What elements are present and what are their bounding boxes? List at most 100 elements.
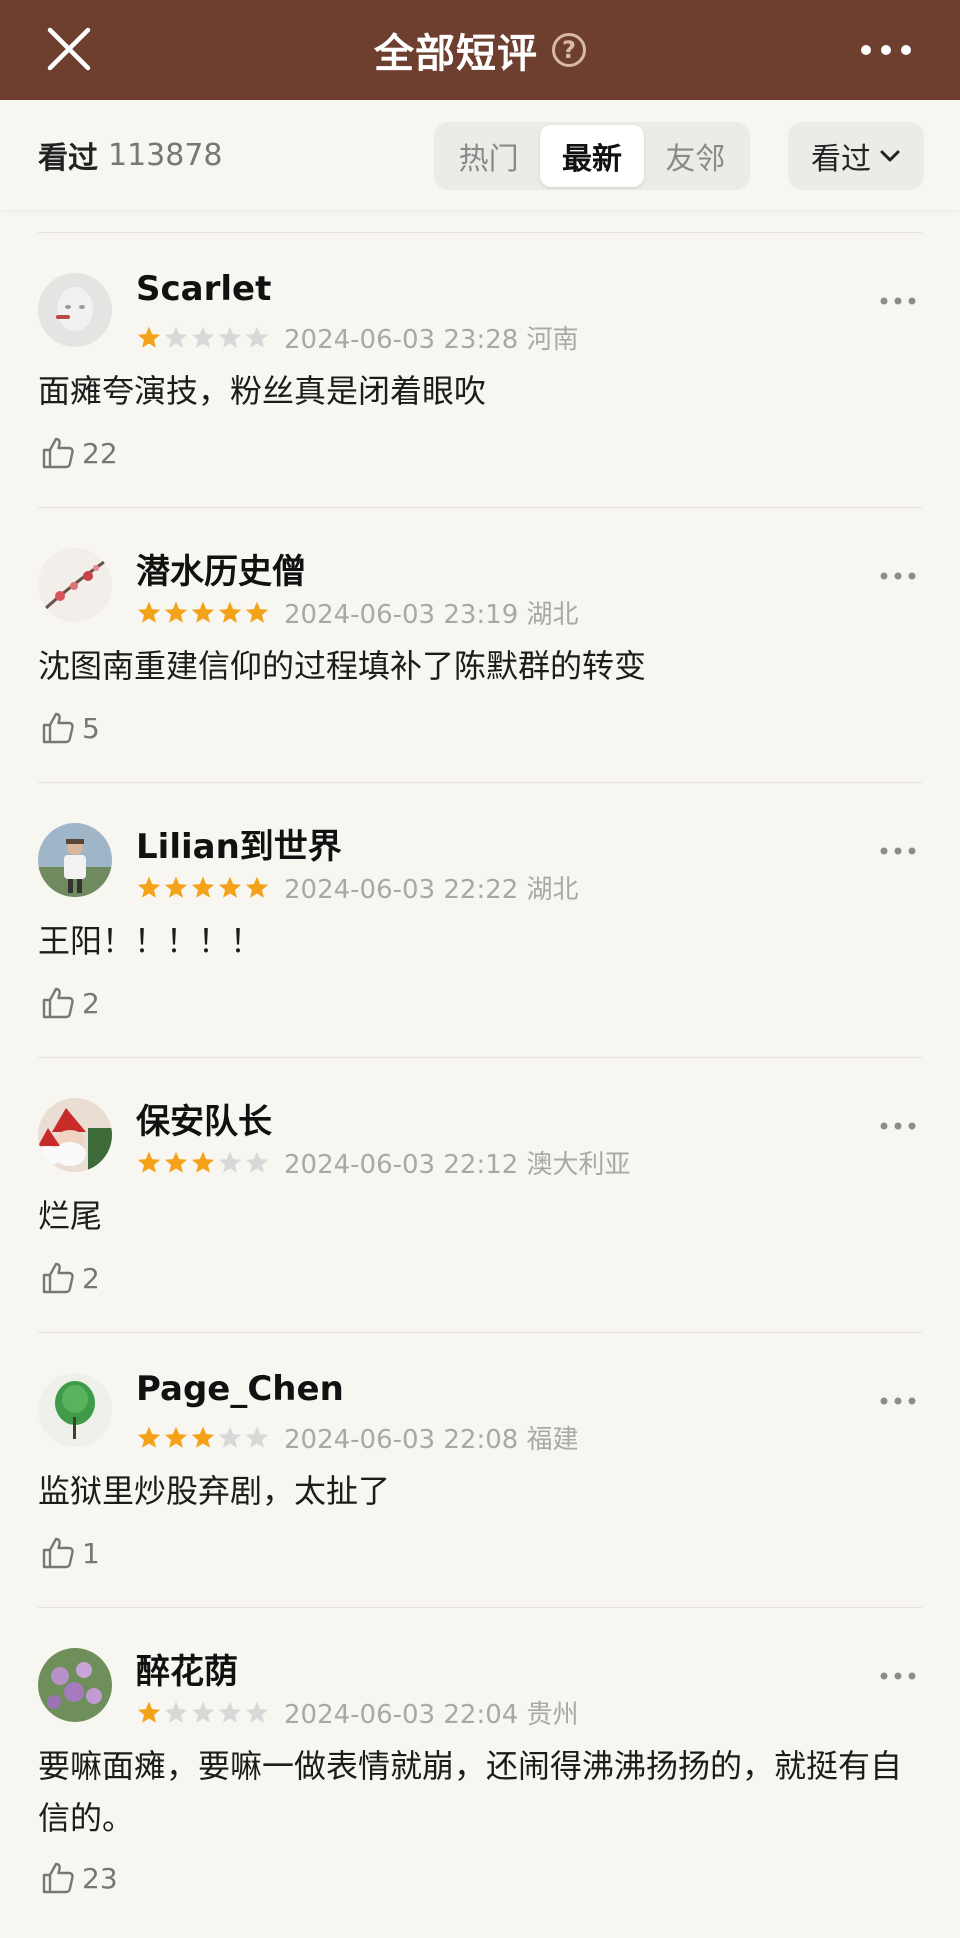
tab-hot[interactable]: 热门 bbox=[437, 125, 540, 187]
like-button[interactable]: 5 bbox=[40, 710, 100, 746]
star-icon bbox=[164, 326, 188, 348]
top-bar: 全部短评 ? bbox=[0, 0, 960, 100]
star-icon bbox=[218, 1701, 242, 1723]
star-icon bbox=[164, 601, 188, 623]
comment-meta: 2024-06-03 22:04 贵州 bbox=[136, 1694, 579, 1731]
like-button[interactable]: 23 bbox=[40, 1860, 118, 1896]
star-icon bbox=[164, 876, 188, 898]
chevron-down-icon bbox=[880, 150, 900, 162]
star-icon bbox=[218, 601, 242, 623]
star-icon bbox=[218, 876, 242, 898]
more-horizontal-icon[interactable] bbox=[856, 34, 916, 66]
star-icon bbox=[218, 1426, 242, 1448]
more-horizontal-icon[interactable] bbox=[878, 1668, 918, 1684]
username[interactable]: 醉花荫 bbox=[136, 1644, 238, 1693]
title-group: 全部短评 ? bbox=[374, 21, 586, 79]
star-icon bbox=[191, 1701, 215, 1723]
tab-friends[interactable]: 友邻 bbox=[644, 125, 747, 187]
more-horizontal-icon[interactable] bbox=[878, 1118, 918, 1134]
star-icon bbox=[191, 326, 215, 348]
star-icon bbox=[245, 1701, 269, 1723]
comment-meta: 2024-06-03 23:28 河南 bbox=[136, 319, 579, 356]
comment-date: 2024-06-03 23:19 湖北 bbox=[284, 600, 579, 630]
star-icon bbox=[137, 601, 161, 623]
username[interactable]: 潜水历史僧 bbox=[136, 544, 306, 593]
star-rating bbox=[136, 1700, 270, 1726]
comment-item: 保安队长 2024-06-03 22:12 澳大利亚 烂尾 2 bbox=[38, 1058, 922, 1333]
star-icon bbox=[137, 1701, 161, 1723]
avatar[interactable] bbox=[38, 1098, 112, 1172]
star-icon bbox=[191, 876, 215, 898]
star-rating bbox=[136, 875, 270, 901]
tab-latest[interactable]: 最新 bbox=[540, 125, 644, 187]
star-icon bbox=[191, 1151, 215, 1173]
star-icon bbox=[245, 601, 269, 623]
star-icon bbox=[137, 1151, 161, 1173]
like-count: 2 bbox=[82, 1261, 100, 1295]
star-icon bbox=[218, 1151, 242, 1173]
comment-item: 醉花荫 2024-06-03 22:04 贵州要嘛面瘫，要嘛一做表情就崩，还闹得沸… bbox=[38, 1608, 922, 1938]
more-horizontal-icon[interactable] bbox=[878, 293, 918, 309]
like-button[interactable]: 2 bbox=[40, 985, 100, 1021]
username[interactable]: Page_Chen bbox=[136, 1369, 344, 1409]
comment-text: 要嘛面瘫，要嘛一做表情就崩，还闹得沸沸扬扬的，就挺有自信的。 bbox=[38, 1747, 903, 1837]
thumbs-up-icon bbox=[42, 437, 74, 469]
more-horizontal-icon[interactable] bbox=[878, 843, 918, 859]
comment-text: 王阳！！！！！ bbox=[38, 922, 263, 960]
comment-meta: 2024-06-03 22:22 湖北 bbox=[136, 869, 579, 906]
avatar[interactable] bbox=[38, 548, 112, 622]
comment-list: Scarlet 2024-06-03 23:28 河南面瘫夸演技，粉丝真是闭着眼吹… bbox=[0, 232, 960, 1938]
more-horizontal-icon[interactable] bbox=[878, 1393, 918, 1409]
dropdown-label: 看过 bbox=[811, 142, 871, 177]
star-rating bbox=[136, 1425, 270, 1451]
like-button[interactable]: 1 bbox=[40, 1535, 100, 1571]
comment-date: 2024-06-03 22:08 福建 bbox=[284, 1425, 579, 1455]
close-icon[interactable] bbox=[42, 22, 96, 76]
star-rating bbox=[136, 600, 270, 626]
comment-date: 2024-06-03 23:28 河南 bbox=[284, 325, 579, 355]
star-icon bbox=[191, 601, 215, 623]
star-rating bbox=[136, 1150, 270, 1176]
avatar[interactable] bbox=[38, 273, 112, 347]
star-icon bbox=[245, 1426, 269, 1448]
like-button[interactable]: 22 bbox=[40, 435, 118, 471]
thumbs-up-icon bbox=[42, 1537, 74, 1569]
comment-text: 面瘫夸演技，粉丝真是闭着眼吹 bbox=[38, 372, 487, 410]
username[interactable]: Scarlet bbox=[136, 269, 271, 309]
comment-item: Page_Chen 2024-06-03 22:08 福建监狱里炒股弃剧，太扯了 1 bbox=[38, 1333, 922, 1608]
comment-item: Scarlet 2024-06-03 23:28 河南面瘫夸演技，粉丝真是闭着眼吹… bbox=[38, 233, 922, 508]
question-circle-icon[interactable]: ? bbox=[552, 33, 586, 67]
like-count: 22 bbox=[82, 436, 118, 470]
thumbs-up-icon bbox=[42, 712, 74, 744]
comment-text: 沈图南重建信仰的过程填补了陈默群的转变 bbox=[38, 647, 647, 685]
star-icon bbox=[137, 1426, 161, 1448]
star-icon bbox=[245, 876, 269, 898]
like-button[interactable]: 2 bbox=[40, 1260, 100, 1296]
star-icon bbox=[137, 876, 161, 898]
avatar[interactable] bbox=[38, 823, 112, 897]
comment-meta: 2024-06-03 23:19 湖北 bbox=[136, 594, 579, 631]
comment-meta: 2024-06-03 22:08 福建 bbox=[136, 1419, 579, 1456]
like-count: 5 bbox=[82, 711, 100, 745]
star-icon bbox=[245, 1151, 269, 1173]
more-horizontal-icon[interactable] bbox=[878, 568, 918, 584]
like-count: 23 bbox=[82, 1861, 118, 1895]
avatar[interactable] bbox=[38, 1648, 112, 1722]
status-dropdown[interactable]: 看过 bbox=[788, 122, 924, 190]
comment-text: 监狱里炒股弃剧，太扯了 bbox=[38, 1472, 391, 1510]
seen-label: 看过 bbox=[38, 141, 98, 176]
comment-date: 2024-06-03 22:22 湖北 bbox=[284, 875, 579, 905]
username[interactable]: Lilian到世界 bbox=[136, 819, 342, 868]
comment-date: 2024-06-03 22:12 澳大利亚 bbox=[284, 1150, 631, 1180]
like-count: 1 bbox=[82, 1536, 100, 1570]
star-icon bbox=[245, 326, 269, 348]
username[interactable]: 保安队长 bbox=[136, 1094, 272, 1143]
star-icon bbox=[164, 1151, 188, 1173]
star-icon bbox=[164, 1426, 188, 1448]
star-icon bbox=[164, 1701, 188, 1723]
star-icon bbox=[191, 1426, 215, 1448]
comment-meta: 2024-06-03 22:12 澳大利亚 bbox=[136, 1144, 631, 1181]
page-title: 全部短评 bbox=[374, 31, 538, 77]
avatar[interactable] bbox=[38, 1373, 112, 1447]
thumbs-up-icon bbox=[42, 1262, 74, 1294]
